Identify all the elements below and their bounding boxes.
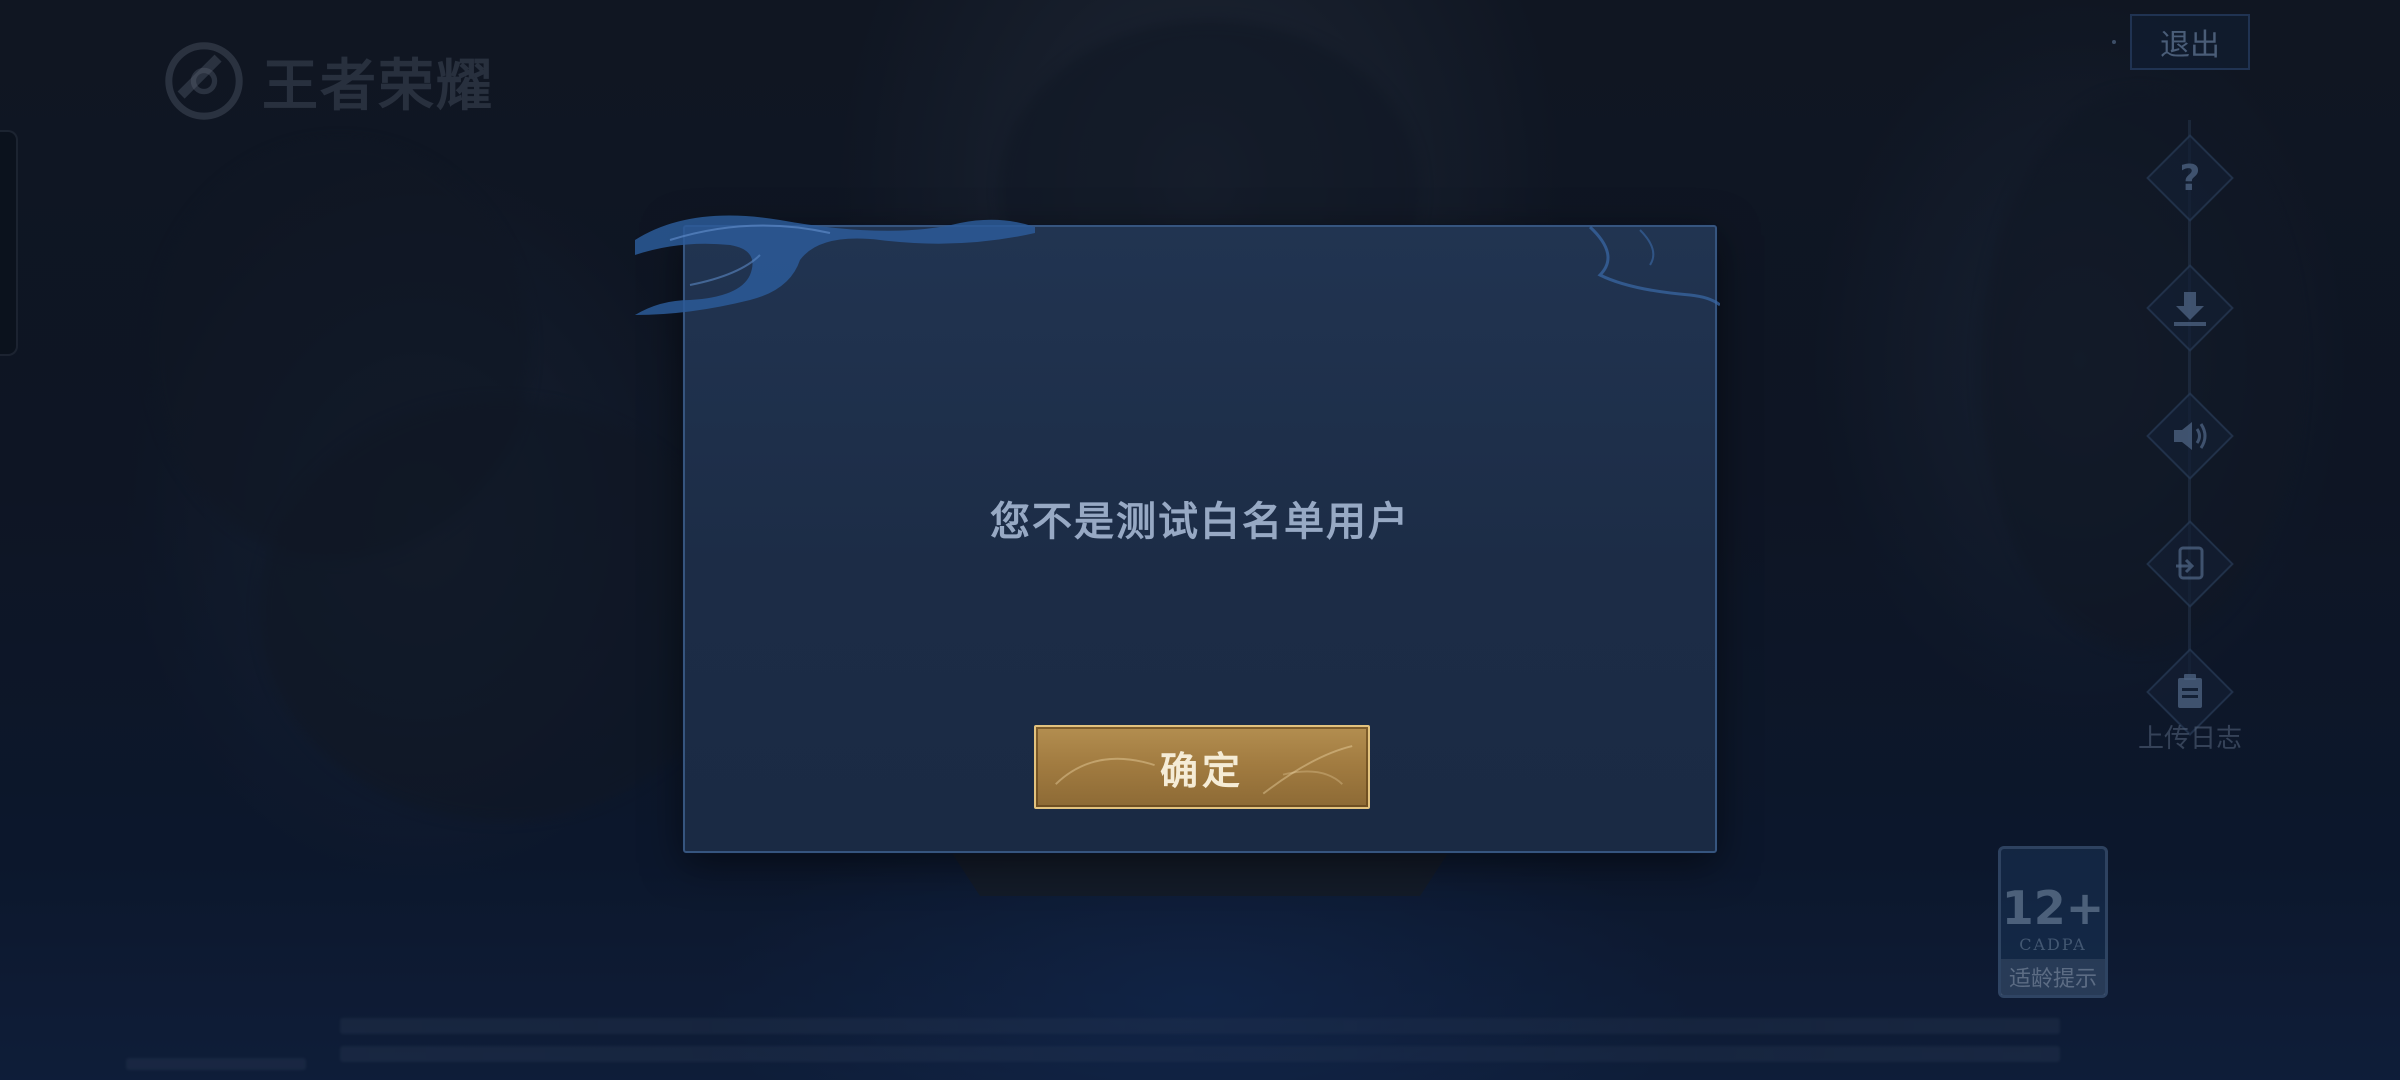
confirm-button-label: 确定 — [1159, 748, 1244, 793]
confirm-button[interactable]: 确定 — [1034, 725, 1370, 809]
alert-dialog: 您不是测试白名单用户 确定 — [683, 225, 1717, 853]
dialog-message: 您不是测试白名单用户 — [990, 499, 1410, 545]
